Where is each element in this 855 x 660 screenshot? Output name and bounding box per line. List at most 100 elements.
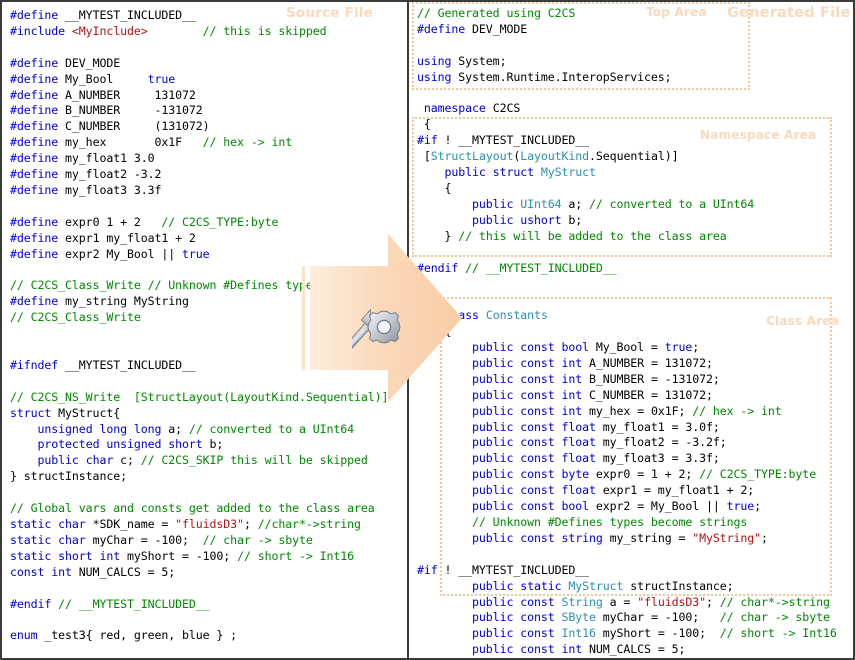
code-line: public static MyStruct structInstance; — [417, 579, 849, 595]
code-token: MyStruct — [540, 165, 596, 180]
code-line: public const int NUM_CALCS = 5; — [417, 642, 849, 658]
code-token: { — [417, 117, 431, 132]
code-token: expr2 My_Bool || — [65, 246, 183, 261]
code-token: String — [561, 594, 603, 609]
code-token: public static — [417, 578, 569, 593]
code-token: // C2CS_Class_Write — [10, 310, 141, 325]
code-line: #define DEV_MODE — [417, 22, 849, 38]
code-token: _test3{ red, green, blue } ; — [37, 628, 238, 643]
code-token: public struct — [417, 165, 535, 180]
code-token: static char — [10, 532, 86, 547]
code-token: C_NUMBER = 131072; — [582, 387, 713, 402]
source-file-code[interactable]: #define __MYTEST_INCLUDED__ #include <MyI… — [10, 8, 402, 644]
code-line: #ifndef __MYTEST_INCLUDED__ — [10, 358, 402, 374]
code-token: ; — [692, 340, 700, 355]
code-token: true — [182, 246, 210, 261]
code-line: #define expr2 My_Bool || true — [10, 247, 402, 263]
code-line: using System; — [417, 54, 849, 70]
code-token: using — [417, 53, 452, 68]
code-token: using — [417, 69, 452, 84]
code-line: { — [417, 324, 849, 340]
code-token: expr2 = My_Bool || — [589, 499, 727, 514]
code-token: public const — [417, 610, 562, 625]
code-line: namespace C2CS — [417, 101, 849, 117]
code-token: // Unknown #Defines types become strings — [472, 515, 748, 529]
code-token: ; — [754, 499, 762, 514]
code-token: } — [417, 228, 459, 243]
code-token: // short -> Int16 — [719, 626, 837, 641]
code-token: class — [444, 308, 480, 323]
code-token: NUM_CALCS = 5; — [582, 642, 686, 657]
code-token: ! __MYTEST_INCLUDED__ — [444, 562, 590, 577]
code-token: #define — [10, 8, 66, 22]
code-token: ! __MYTEST_INCLUDED__ — [444, 133, 590, 148]
code-token: // char*->string — [719, 594, 830, 609]
code-token: #if — [417, 562, 445, 577]
code-line: #define my_float2 -3.2 — [10, 167, 402, 183]
code-line: #define B_NUMBER -131072 — [10, 103, 402, 119]
code-token: my_float3 = 3.3f; — [595, 451, 720, 466]
code-token: #define — [10, 167, 66, 182]
code-token: #include — [10, 23, 72, 38]
code-token: *SDK_name = — [85, 517, 176, 531]
code-token: Int16 — [561, 626, 597, 641]
code-token: expr1 my_float1 + 2 — [65, 230, 196, 245]
code-token: // char -> sbyte — [202, 532, 313, 547]
code-token: public — [417, 196, 521, 211]
code-line: using System.Runtime.InteropServices; — [417, 70, 849, 86]
code-token: namespace — [423, 101, 486, 116]
code-token: c; — [113, 453, 141, 468]
code-token: UInt64 — [520, 196, 562, 211]
code-token: myChar = -100; — [595, 610, 720, 625]
code-line: public const String a = "fluidsD3"; // c… — [417, 595, 849, 611]
code-token: myChar = -100; — [85, 532, 203, 547]
code-token: // char -> sbyte — [719, 610, 830, 625]
code-token: my_string = — [602, 530, 693, 545]
code-line: public struct MyStruct — [417, 165, 849, 181]
code-line: #define __MYTEST_INCLUDED__ — [10, 8, 402, 24]
code-token: #define — [10, 230, 66, 245]
code-token: DEV_MODE — [65, 55, 121, 70]
code-token: #define — [10, 246, 66, 261]
code-token: B_NUMBER -131072 — [65, 103, 203, 118]
code-line: } structInstance; — [10, 469, 402, 485]
code-line: public const float my_float2 = -3.2f; — [417, 435, 849, 451]
code-token: a = — [602, 594, 638, 609]
code-token: #define — [10, 294, 66, 309]
code-line: #define expr0 1 + 2 // C2CS_TYPE:byte — [10, 215, 402, 231]
code-token: public ushort — [417, 212, 562, 227]
code-token: #define — [10, 135, 66, 150]
code-token: public char — [10, 453, 114, 468]
code-line: #define expr1 my_float1 + 2 — [10, 231, 402, 247]
code-token: #define — [10, 151, 66, 166]
code-line: #define my_hex 0x1F // hex -> int — [10, 135, 402, 151]
code-token: true — [726, 499, 755, 514]
screenshot-root: #define __MYTEST_INCLUDED__ #include <MyI… — [0, 0, 855, 660]
code-token: A_NUMBER = 131072; — [582, 355, 713, 370]
code-token: A_NUMBER 131072 — [65, 87, 196, 102]
code-line: public const float my_float3 = 3.3f; — [417, 451, 849, 467]
code-line: #if ! __MYTEST_INCLUDED__ — [417, 133, 849, 149]
code-token: public const float — [417, 483, 596, 498]
code-token: // this is skipped — [202, 23, 327, 38]
code-token: ; — [243, 517, 258, 531]
code-token: a; — [161, 421, 189, 436]
generated-file-code[interactable]: // Generated using C2CS #define DEV_MODE … — [417, 6, 849, 658]
source-file-panel: #define __MYTEST_INCLUDED__ #include <MyI… — [0, 0, 408, 660]
code-token: MyStruct{ — [51, 405, 121, 420]
code-token: true — [147, 71, 176, 86]
code-line: public const float expr1 = my_float1 + 2… — [417, 483, 849, 499]
code-token: MyStruct — [568, 578, 624, 593]
code-token: #endif — [10, 596, 59, 611]
code-line: // C2CS_Class_Write — [10, 310, 402, 326]
code-line: { — [417, 181, 849, 197]
